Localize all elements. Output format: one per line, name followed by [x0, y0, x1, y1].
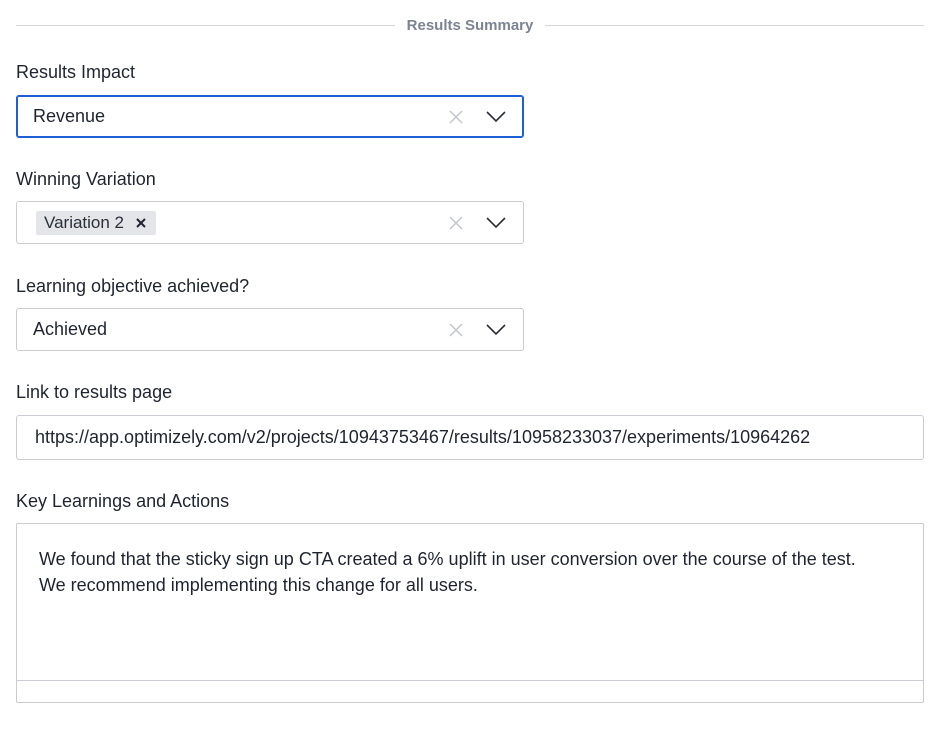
winning-variation-select[interactable]: Variation 2 — [16, 201, 524, 244]
learning-objective-value: Achieved — [33, 319, 108, 339]
variation-tag: Variation 2 — [36, 210, 157, 235]
close-icon[interactable] — [444, 105, 468, 129]
key-learnings-label: Key Learnings and Actions — [16, 491, 230, 511]
variation-tag-label: Variation 2 — [44, 212, 125, 232]
results-link-field[interactable] — [16, 415, 924, 460]
close-icon[interactable] — [444, 211, 468, 235]
key-learnings-text[interactable]: We found that the sticky sign up CTA cre… — [17, 524, 923, 681]
chevron-down-icon[interactable] — [484, 105, 508, 129]
results-impact-value: Revenue — [33, 106, 106, 126]
winning-variation-label: Winning Variation — [16, 169, 156, 189]
section-title: Results Summary — [406, 16, 534, 34]
results-impact-label: Results Impact — [16, 62, 136, 82]
chevron-down-icon[interactable] — [484, 211, 508, 235]
chevron-down-icon[interactable] — [484, 318, 508, 342]
learning-objective-select[interactable]: Achieved — [16, 308, 524, 351]
section-divider: Results Summary — [16, 14, 924, 36]
textarea-footer — [17, 680, 923, 702]
results-link-label: Link to results page — [16, 382, 173, 402]
results-link-input[interactable] — [17, 416, 923, 459]
divider-line-right — [545, 24, 924, 26]
winning-variation-tags: Variation 2 — [17, 210, 444, 235]
close-icon[interactable] — [134, 216, 148, 230]
close-icon[interactable] — [444, 318, 468, 342]
learning-objective-label: Learning objective achieved? — [16, 276, 250, 296]
divider-line-left — [16, 24, 395, 26]
key-learnings-textarea[interactable]: We found that the sticky sign up CTA cre… — [16, 523, 924, 703]
results-impact-select[interactable]: Revenue — [16, 95, 524, 138]
